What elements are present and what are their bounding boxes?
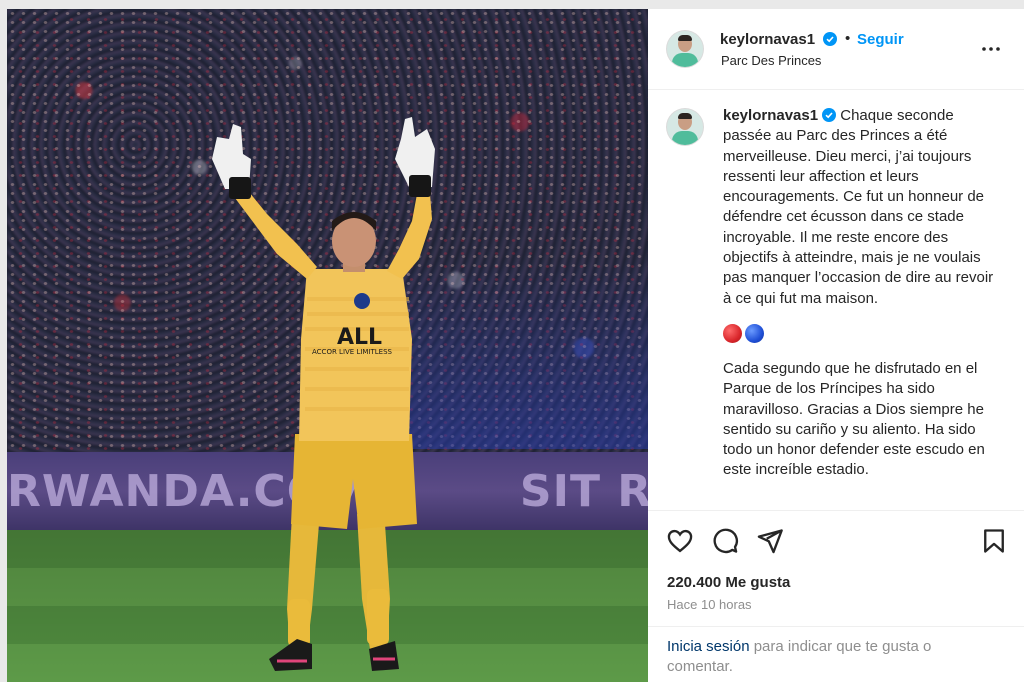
left-border: [0, 0, 7, 682]
post-side-panel: keylornavas1 • Seguir Parc Des Princes k…: [648, 9, 1024, 682]
login-prompt: Inicia sesión para indicar que te gusta …: [648, 626, 1024, 683]
caption-spanish: Cada segundo que he disfrutado en el Par…: [723, 359, 990, 479]
caption-avatar[interactable]: [667, 109, 703, 145]
caption-text: keylornavas1 Chaque seconde passée au Pa…: [723, 106, 998, 481]
share-icon[interactable]: [756, 527, 784, 555]
emoji-line: [723, 323, 998, 345]
heart-icon[interactable]: [666, 527, 694, 555]
login-link[interactable]: Inicia sesión: [667, 638, 750, 655]
username-link[interactable]: keylornavas1: [720, 31, 838, 48]
follow-button[interactable]: Seguir: [857, 31, 904, 48]
post-photo[interactable]: RWANDA.COM SIT RWANDA: [7, 9, 648, 682]
separator-dot: •: [845, 30, 851, 47]
caption-area: keylornavas1 Chaque seconde passée au Pa…: [648, 90, 1024, 510]
more-options-icon[interactable]: [979, 37, 1003, 61]
goalkeeper-figure: ALL ACCOR LIVE LIMITLESS: [212, 117, 435, 671]
comment-icon[interactable]: [711, 527, 739, 555]
top-border: [0, 0, 1024, 9]
verified-badge-icon: [823, 32, 838, 46]
bookmark-icon[interactable]: [980, 527, 1008, 555]
jersey-sponsor-tagline: ACCOR LIVE LIMITLESS: [312, 348, 393, 356]
red-circle-emoji: [723, 323, 742, 343]
like-count[interactable]: 220.400 Me gusta: [667, 574, 790, 591]
login-prompt-text: Inicia sesión para indicar que te gusta …: [667, 637, 987, 677]
post-window: RWANDA.COM SIT RWANDA: [0, 0, 1024, 682]
blue-circle-emoji: [745, 323, 764, 343]
post-timestamp[interactable]: Hace 10 horas: [667, 597, 752, 612]
caption-username-text: keylornavas1: [723, 107, 819, 124]
verified-badge-icon: [822, 108, 837, 122]
avatar[interactable]: [667, 31, 703, 67]
caption-username[interactable]: keylornavas1: [723, 107, 837, 124]
username-text: keylornavas1: [720, 31, 816, 48]
caption-french: Chaque seconde passée au Parc des Prince…: [723, 107, 998, 307]
location-link[interactable]: Parc Des Princes: [721, 53, 821, 68]
post-header: keylornavas1 • Seguir Parc Des Princes: [648, 9, 1024, 90]
jersey-sponsor-logo: ALL: [337, 325, 382, 350]
